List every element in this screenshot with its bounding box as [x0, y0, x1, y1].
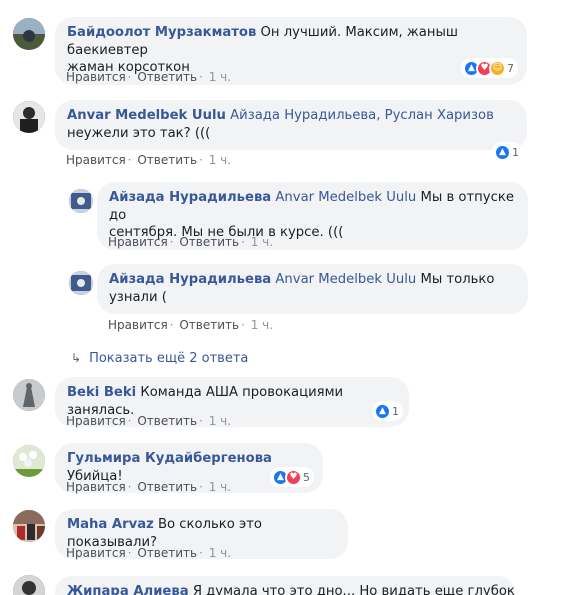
comment-bubble: Айзада Нурадильева Anvar Medelbek Uulu М…	[97, 264, 528, 314]
like-link[interactable]: Нравится	[66, 153, 126, 167]
like-link[interactable]: Нравится	[66, 480, 126, 494]
comment-author[interactable]: Maha Arvaz	[67, 517, 154, 532]
timestamp[interactable]: 1 ч.	[209, 70, 231, 84]
reply-link[interactable]: Ответить	[137, 546, 197, 560]
comment-actions: Нравится · Ответить · 1 ч.	[108, 318, 274, 332]
comment-actions: Нравится · Ответить · 1 ч.	[66, 153, 232, 167]
comment-actions: Нравится · Ответить · 1 ч.	[66, 546, 232, 560]
reaction-count: 1	[512, 145, 519, 159]
comment-actions: Нравится · Ответить · 1 ч.	[66, 414, 232, 428]
timestamp[interactable]: 1 ч.	[209, 546, 231, 560]
avatar[interactable]	[13, 445, 45, 477]
timestamp[interactable]: 1 ч.	[209, 414, 231, 428]
comment-author[interactable]: Гульмира Кудайбергенова	[67, 451, 272, 466]
reaction-summary[interactable]: ▲ ♥ 5	[270, 467, 314, 487]
comment-text: Мы только	[420, 272, 495, 287]
avatar[interactable]	[13, 379, 45, 411]
comment-author[interactable]: Байдоолот Мурзакматов	[67, 25, 256, 40]
reaction-summary[interactable]: ▲ 1	[492, 142, 523, 162]
comment-author[interactable]: Айзада Нурадильева	[109, 272, 271, 287]
comment-bubble: Anvar Medelbek Uulu Айзада Нурадильева, …	[55, 100, 527, 150]
show-more-replies-label[interactable]: Показать ещё 2 ответа	[89, 351, 248, 366]
timestamp[interactable]: 1 ч.	[251, 318, 273, 332]
comment-actions: Нравится · Ответить · 1 ч.	[66, 480, 232, 494]
avatar[interactable]	[13, 575, 45, 595]
like-link[interactable]: Нравится	[66, 546, 126, 560]
timestamp[interactable]: 1 ч.	[209, 153, 231, 167]
comment-author[interactable]: Anvar Medelbek Uulu	[67, 108, 226, 123]
like-link[interactable]: Нравится	[66, 414, 126, 428]
comment-author[interactable]: Айзада Нурадильева	[109, 190, 271, 205]
reaction-summary[interactable]: ▲ 1	[372, 401, 403, 421]
reaction-count: 7	[507, 61, 514, 75]
comment-author[interactable]: Жипара Алиева	[67, 584, 189, 595]
avatar[interactable]	[69, 271, 93, 295]
like-link[interactable]: Нравится	[108, 318, 168, 332]
reply-link[interactable]: Ответить	[179, 318, 239, 332]
thumbs-up-icon: ▲	[374, 402, 391, 420]
reply-link[interactable]: Ответить	[137, 414, 197, 428]
like-link[interactable]: Нравится	[108, 235, 168, 249]
comment-author[interactable]: Beki Beki	[67, 385, 136, 400]
reaction-summary[interactable]: ▲ ♥ ☺ 7	[461, 58, 518, 78]
mention-link[interactable]: Айзада Нурадильева, Руслан Харизов	[230, 108, 494, 123]
reply-link[interactable]: Ответить	[137, 153, 197, 167]
timestamp[interactable]: 1 ч.	[209, 480, 231, 494]
comment-bubble: Жипара Алиева Я думала что это дно... Но…	[55, 576, 515, 595]
heart-icon: ♥	[285, 468, 302, 486]
reply-arrow-icon: ↳	[71, 351, 82, 365]
comment-actions: Нравится · Ответить · 1 ч.	[108, 235, 274, 249]
mention-link[interactable]: Anvar Medelbek Uulu	[275, 190, 416, 205]
avatar[interactable]	[13, 18, 45, 50]
comment-actions: Нравится · Ответить · 1 ч.	[66, 70, 232, 84]
reaction-count: 1	[392, 404, 399, 418]
haha-icon: ☺	[489, 59, 506, 77]
like-link[interactable]: Нравится	[66, 70, 126, 84]
reaction-count: 5	[303, 470, 310, 484]
comment-text: Я думала что это дно... Но видать еще гл…	[192, 584, 515, 595]
mention-link[interactable]: Anvar Medelbek Uulu	[275, 272, 416, 287]
reply-link[interactable]: Ответить	[137, 70, 197, 84]
reply-link[interactable]: Ответить	[179, 235, 239, 249]
avatar[interactable]	[13, 101, 45, 133]
avatar[interactable]	[13, 510, 45, 542]
thumbs-up-icon: ▲	[494, 143, 511, 161]
comment-text: неужели это так? (((	[67, 125, 211, 141]
comment-text: узнали (	[109, 289, 167, 305]
avatar[interactable]	[69, 189, 93, 213]
reply-link[interactable]: Ответить	[137, 480, 197, 494]
show-more-replies-link[interactable]: ↳ Показать ещё 2 ответа	[71, 351, 248, 366]
timestamp[interactable]: 1 ч.	[251, 235, 273, 249]
